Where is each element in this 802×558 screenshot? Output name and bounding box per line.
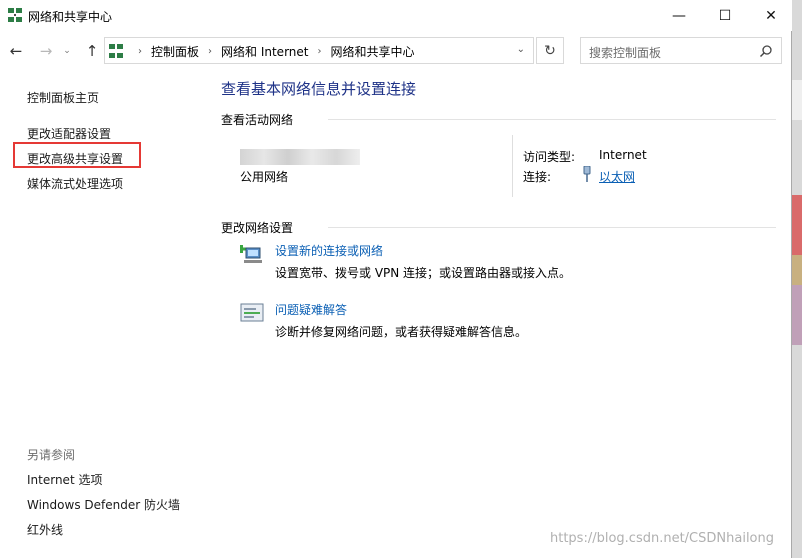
setup-new-connection-desc: 设置宽带、拨号或 VPN 连接；或设置路由器或接入点。 [275,266,572,280]
control-panel-icon [109,44,123,58]
change-adapter-settings-link[interactable]: 更改适配器设置 [27,125,111,142]
close-icon: ✕ [765,7,777,24]
access-type-value: Internet [599,148,647,162]
chevron-right-icon[interactable]: › [138,46,142,57]
see-also-heading: 另请参阅 [27,448,76,462]
section-divider [328,227,776,228]
windows-defender-firewall-link[interactable]: Windows Defender 防火墙 [27,496,180,513]
refresh-icon: ↻ [544,42,556,59]
background-fragment [792,255,802,285]
maximize-button[interactable]: ☐ [702,0,748,31]
ethernet-icon [583,166,591,182]
chevron-right-icon[interactable]: › [208,46,212,57]
connection-label: 连接: [523,170,552,184]
left-navigation-pane: 控制面板主页 更改适配器设置 更改高级共享设置 媒体流式处理选项 另请参阅 In… [0,71,212,558]
access-type-label: 访问类型: [523,150,576,164]
arrow-right-icon: → [39,42,53,60]
search-icon [759,45,772,58]
arrow-up-icon: ↑ [85,42,99,60]
section-divider [328,119,776,120]
window-title: 网络和共享中心 [28,10,113,24]
active-networks-label: 查看活动网络 [221,113,294,127]
background-fragment [792,195,802,255]
refresh-button[interactable]: ↻ [536,37,564,64]
network-name-redacted [240,149,360,165]
media-streaming-options-link[interactable]: 媒体流式处理选项 [27,175,123,192]
arrow-left-icon: ← [9,42,23,60]
main-content: 查看基本网络信息并设置连接 查看活动网络 公用网络 访问类型: Internet… [212,71,792,558]
background-fragment [792,80,802,120]
recent-locations-button[interactable]: ⌄ [60,41,74,61]
breadcrumb: › 控制面板 › 网络和 Internet › 网络和共享中心 [129,43,415,60]
watermark: https://blog.csdn.net/CSDNhailong [550,531,774,546]
network-icon [8,8,22,22]
breadcrumb-network-sharing-center[interactable]: 网络和共享中心 [330,43,414,60]
vertical-divider [512,135,513,197]
setup-new-connection-link[interactable]: 设置新的连接或网络 [275,242,383,259]
troubleshoot-problems-desc: 诊断并修复网络问题，或者获得疑难解答信息。 [275,325,528,339]
internet-options-link[interactable]: Internet 选项 [27,471,102,488]
change-advanced-sharing-link[interactable]: 更改高级共享设置 [27,150,123,167]
navigation-bar: ← → ⌄ ↑ › 控制面板 › 网络和 Internet › 网络和共享中心 … [0,31,792,71]
control-panel-home-link[interactable]: 控制面板主页 [27,89,99,106]
background-window-strip [792,0,802,558]
chevron-down-icon: ⌄ [63,46,71,56]
up-button[interactable]: ↑ [82,41,102,61]
network-sharing-center-window: 网络和共享中心 — ☐ ✕ ← → ⌄ ↑ › 控制面板 › 网络和 Inter… [0,0,792,558]
minimize-icon: — [672,7,686,24]
chevron-right-icon[interactable]: › [317,46,321,57]
ethernet-connection-link[interactable]: 以太网 [599,168,635,185]
title-bar: 网络和共享中心 — ☐ ✕ [0,0,792,31]
background-fragment [792,285,802,345]
page-title: 查看基本网络信息并设置连接 [221,80,417,98]
change-network-settings-label: 更改网络设置 [221,221,294,235]
maximize-icon: ☐ [718,7,732,24]
search-placeholder: 搜索控制面板 [589,46,662,60]
troubleshoot-icon [240,303,264,322]
new-connection-icon [240,245,262,263]
close-button[interactable]: ✕ [748,0,794,31]
search-box[interactable]: 搜索控制面板 [580,37,782,64]
minimize-button[interactable]: — [656,0,702,31]
infrared-link[interactable]: 红外线 [27,521,63,538]
breadcrumb-control-panel[interactable]: 控制面板 [151,43,199,60]
address-bar[interactable]: › 控制面板 › 网络和 Internet › 网络和共享中心 ⌄ [104,37,534,64]
breadcrumb-network-internet[interactable]: 网络和 Internet [221,43,308,60]
forward-button[interactable]: → [36,41,56,61]
back-button[interactable]: ← [6,41,26,61]
troubleshoot-problems-link[interactable]: 问题疑难解答 [275,301,347,318]
network-type: 公用网络 [240,170,289,184]
address-dropdown-icon[interactable]: ⌄ [517,44,525,55]
